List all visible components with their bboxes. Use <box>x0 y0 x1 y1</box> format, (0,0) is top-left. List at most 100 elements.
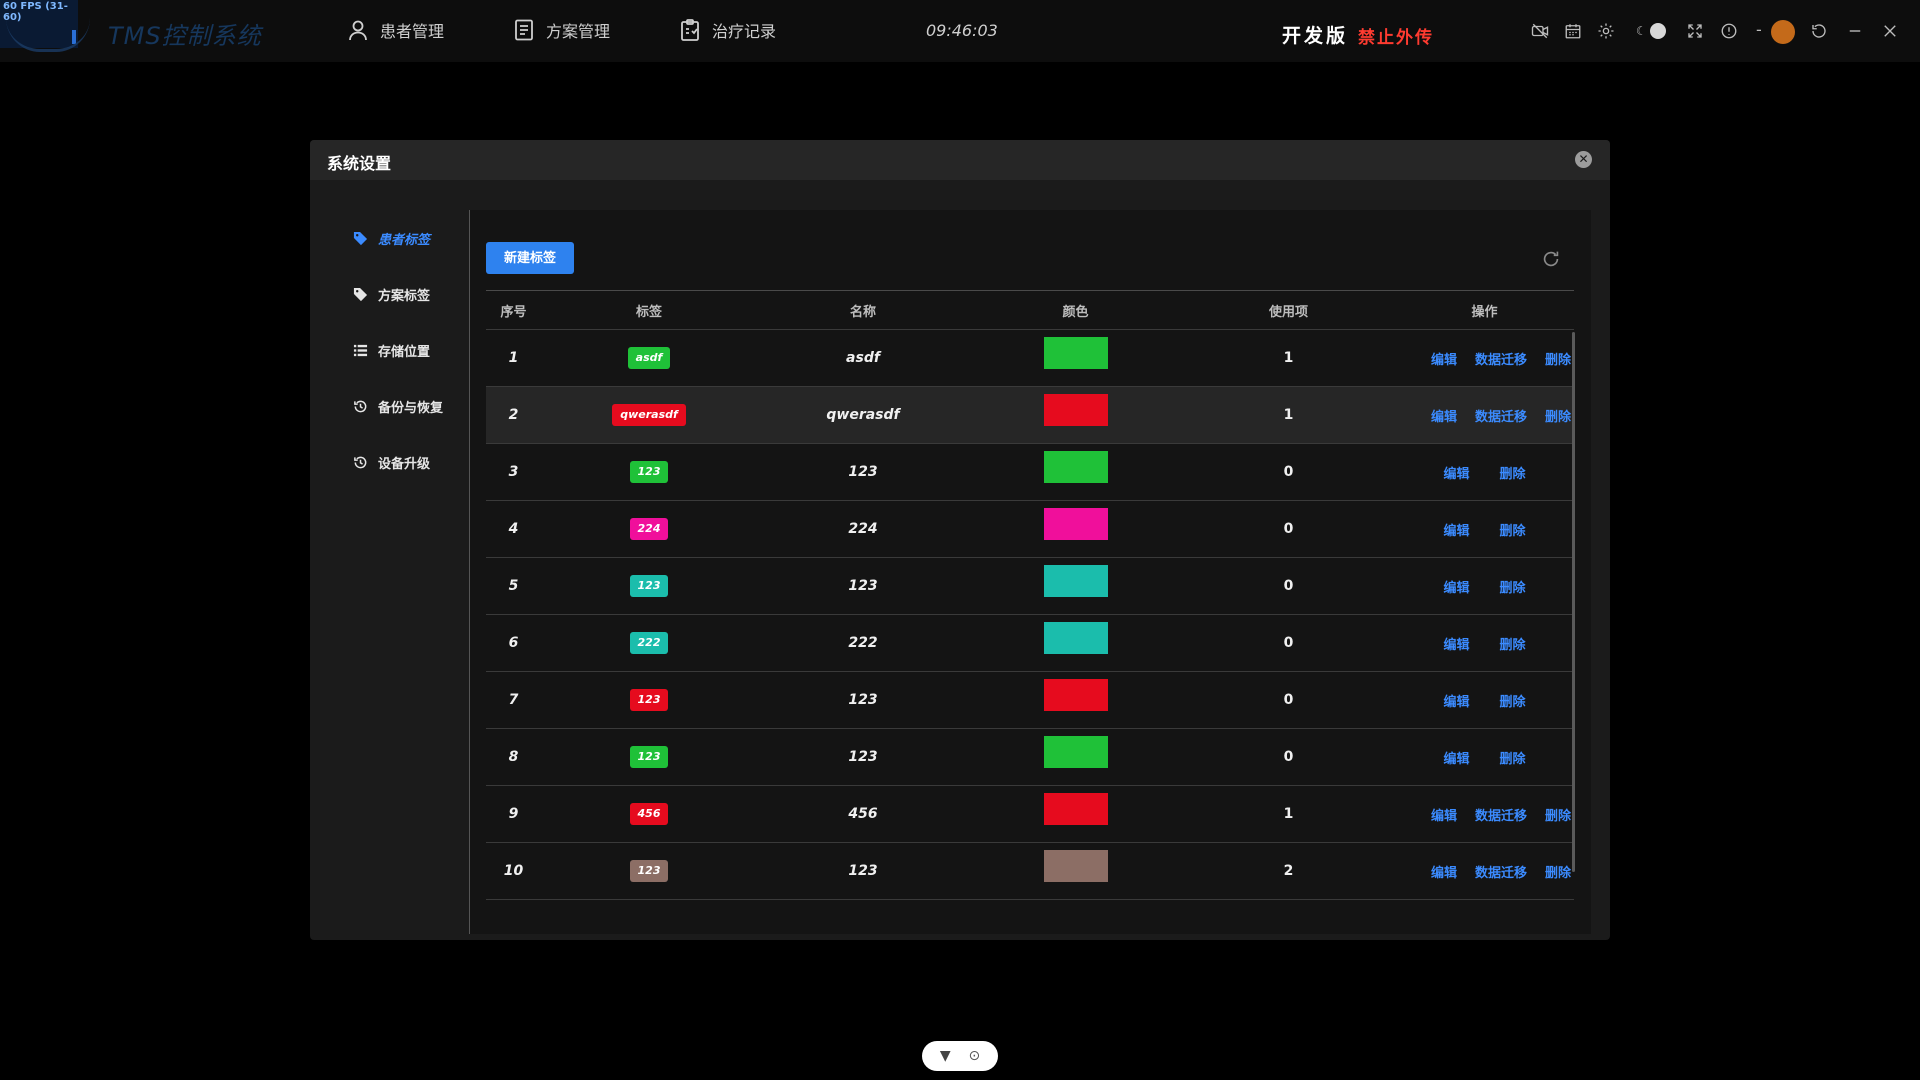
menu-item-backup-restore[interactable]: 备份与恢复 <box>310 378 469 434</box>
edit-link[interactable]: 编辑 <box>1443 634 1469 653</box>
edit-link[interactable]: 编辑 <box>1431 805 1457 824</box>
cell-color <box>969 793 1182 825</box>
undo-icon[interactable] <box>1810 22 1828 40</box>
nav-treatment-records[interactable]: 治疗记录 <box>678 18 776 42</box>
table-header: 序号 标签 名称 颜色 使用项 操作 <box>486 290 1574 330</box>
color-swatch <box>1043 337 1108 369</box>
nav-label: 治疗记录 <box>712 22 777 41</box>
delete-link[interactable]: 删除 <box>1545 805 1571 824</box>
table-row: 5 123 123 0 编辑 删除 <box>486 558 1574 615</box>
edit-link[interactable]: 编辑 <box>1443 748 1469 767</box>
delete-link[interactable]: 删除 <box>1545 406 1571 425</box>
migrate-data-link[interactable]: 数据迁移 <box>1475 862 1527 881</box>
menu-item-plan-tags[interactable]: 方案标签 <box>310 266 469 322</box>
menu-item-patient-tags[interactable]: 患者标签 <box>310 210 469 266</box>
cell-usage: 0 <box>1283 521 1294 537</box>
tag-pill: 222 <box>629 632 669 654</box>
cell-tag: 123 <box>541 860 757 882</box>
color-swatch <box>1043 565 1108 597</box>
cell-index: 3 <box>508 464 519 480</box>
migrate-data-link[interactable]: 数据迁移 <box>1475 805 1527 824</box>
devtools-pill[interactable]: ▼ ⊙ <box>922 1041 998 1071</box>
cell-actions: 编辑 删除 <box>1395 577 1574 596</box>
table-scrollbar[interactable] <box>1572 332 1575 872</box>
cell-color <box>969 736 1182 768</box>
nav-label: 患者管理 <box>380 22 445 41</box>
cell-tag: 123 <box>541 461 757 483</box>
cell-color <box>969 337 1182 369</box>
cell-usage: 0 <box>1283 635 1294 651</box>
settings-icon[interactable] <box>1597 22 1615 40</box>
delete-link[interactable]: 删除 <box>1500 577 1526 596</box>
tag-pill: 123 <box>629 689 669 711</box>
calendar-icon[interactable] <box>1564 22 1582 40</box>
edit-link[interactable]: 编辑 <box>1431 862 1457 881</box>
delete-link[interactable]: 删除 <box>1545 349 1571 368</box>
theme-toggle[interactable]: ☾ <box>1636 23 1666 39</box>
delete-link[interactable]: 删除 <box>1545 862 1571 881</box>
camera-off-icon[interactable] <box>1531 22 1549 40</box>
top-bar: 60 FPS (31-60) TMS控制系统 患者管理 方案管理 治疗记录 09… <box>0 0 1920 62</box>
close-icon[interactable] <box>1881 22 1899 40</box>
table-row: 1 asdf asdf 1 编辑 数据迁移 删除 <box>486 330 1574 387</box>
migrate-data-link[interactable]: 数据迁移 <box>1475 349 1527 368</box>
color-swatch <box>1043 850 1108 882</box>
settings-side-menu: 患者标签 方案标签 存储位置 备份与恢复 设备升级 <box>310 210 469 490</box>
target-icon[interactable]: ⊙ <box>968 1048 980 1064</box>
cell-color <box>969 679 1182 711</box>
dialog-close-icon[interactable]: ✕ <box>1575 151 1592 168</box>
vue-logo-icon[interactable]: ▼ <box>940 1048 951 1064</box>
cell-tag: 456 <box>541 803 757 825</box>
cell-usage: 1 <box>1283 350 1294 366</box>
nav-plan-management[interactable]: 方案管理 <box>512 18 610 42</box>
cell-index: 6 <box>508 635 519 651</box>
dialog-title: 系统设置 <box>327 154 392 173</box>
cell-usage: 1 <box>1283 806 1294 822</box>
delete-link[interactable]: 删除 <box>1500 748 1526 767</box>
nav-patient-management[interactable]: 患者管理 <box>346 18 444 42</box>
edit-link[interactable]: 编辑 <box>1443 577 1469 596</box>
table-row: 6 222 222 0 编辑 删除 <box>486 615 1574 672</box>
history-icon <box>354 456 367 468</box>
cell-tag: 224 <box>541 518 757 540</box>
moon-icon: ☾ <box>1636 24 1647 38</box>
tag-pill: 456 <box>629 803 669 825</box>
delete-link[interactable]: 删除 <box>1500 634 1526 653</box>
refresh-icon[interactable] <box>1540 248 1562 270</box>
edit-link[interactable]: 编辑 <box>1431 406 1457 425</box>
avatar[interactable] <box>1771 20 1795 44</box>
menu-item-device-upgrade[interactable]: 设备升级 <box>310 434 469 490</box>
migrate-data-link[interactable]: 数据迁移 <box>1475 406 1527 425</box>
cell-name: 224 <box>848 521 878 537</box>
edit-link[interactable]: 编辑 <box>1443 463 1469 482</box>
cell-index: 9 <box>508 806 519 822</box>
edit-link[interactable]: 编辑 <box>1431 349 1457 368</box>
table-row: 8 123 123 0 编辑 删除 <box>486 729 1574 786</box>
cell-color <box>969 394 1182 426</box>
table-row: 7 123 123 0 编辑 删除 <box>486 672 1574 729</box>
menu-item-storage-location[interactable]: 存储位置 <box>310 322 469 378</box>
delete-link[interactable]: 删除 <box>1500 691 1526 710</box>
menu-item-label: 设备升级 <box>378 456 431 472</box>
new-tag-button[interactable]: 新建标签 <box>486 242 574 274</box>
cell-actions: 编辑 数据迁移 删除 <box>1395 805 1574 824</box>
delete-link[interactable]: 删除 <box>1500 463 1526 482</box>
color-swatch <box>1043 508 1108 540</box>
cell-name: 222 <box>848 635 878 651</box>
cell-name: asdf <box>846 350 880 366</box>
cell-usage: 2 <box>1283 863 1294 879</box>
delete-link[interactable]: 删除 <box>1500 520 1526 539</box>
minimize-icon[interactable] <box>1846 22 1864 40</box>
info-icon[interactable] <box>1720 22 1738 40</box>
fullscreen-icon[interactable] <box>1686 22 1704 40</box>
edit-link[interactable]: 编辑 <box>1443 691 1469 710</box>
confidential-warning: 禁止外传 <box>1358 28 1434 48</box>
cell-usage: 1 <box>1283 407 1294 423</box>
tag-pill: 123 <box>629 575 669 597</box>
edit-link[interactable]: 编辑 <box>1443 520 1469 539</box>
menu-item-label: 存储位置 <box>378 344 431 360</box>
cell-name: 123 <box>848 692 878 708</box>
menu-item-label: 备份与恢复 <box>378 400 444 416</box>
cell-index: 7 <box>508 692 519 708</box>
cell-color <box>969 508 1182 540</box>
